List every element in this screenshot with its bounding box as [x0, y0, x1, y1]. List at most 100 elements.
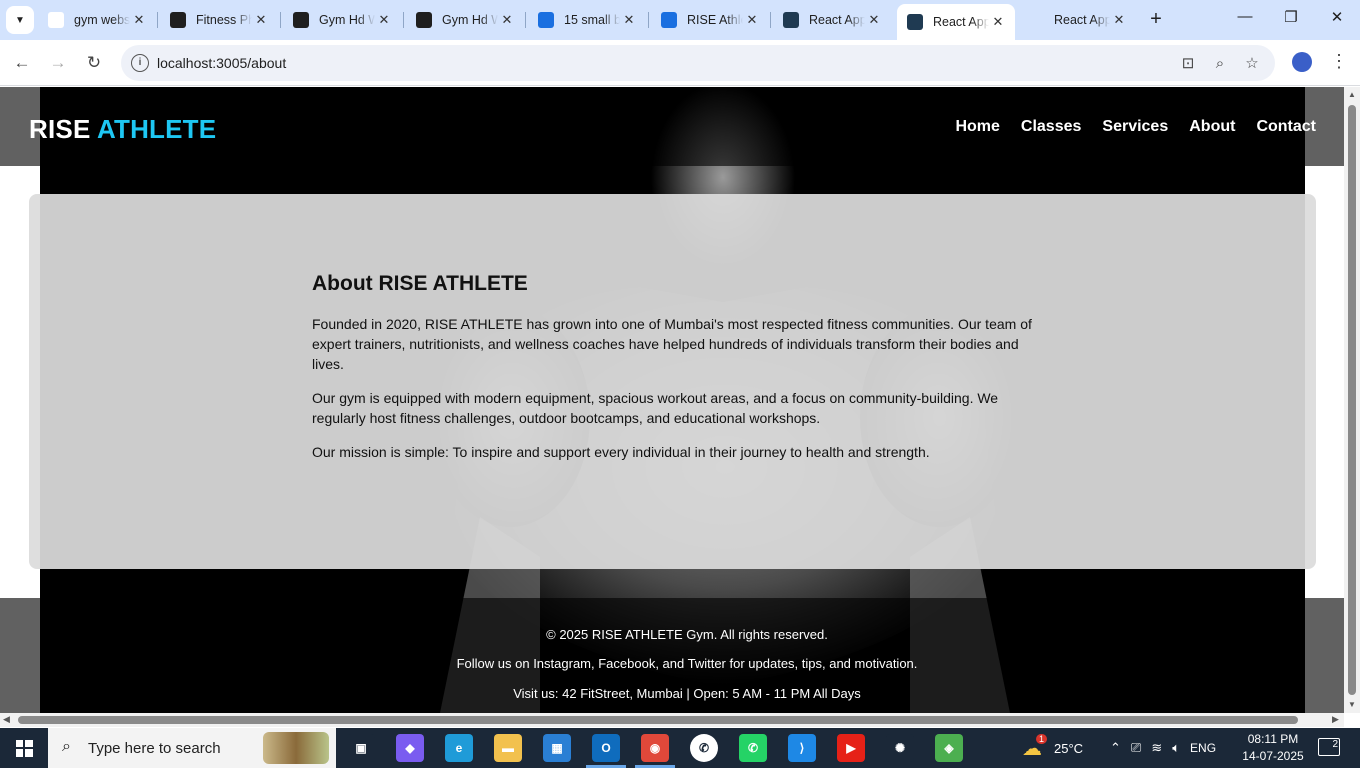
tab-separator — [157, 12, 158, 28]
url-text[interactable]: localhost:3005/about — [157, 55, 286, 71]
browser-tab[interactable]: React App ✕ — [1018, 6, 1136, 34]
more-menu-icon[interactable]: ⋮ — [1330, 51, 1348, 72]
restore-button[interactable]: ❐ — [1268, 8, 1314, 32]
address-bar[interactable]: i localhost:3005/about ⊡ ⌕ ☆ — [121, 45, 1275, 81]
browser-tab[interactable]: RISE Athlete✕ — [651, 6, 769, 34]
site-info-icon[interactable]: i — [131, 54, 149, 72]
vscode-icon[interactable]: ⟩ — [788, 734, 816, 762]
show-hidden-icons-icon[interactable]: ⌃ — [1110, 740, 1121, 756]
bookmark-star-icon[interactable]: ☆ — [1241, 53, 1263, 75]
nav-link-contact[interactable]: Contact — [1256, 118, 1316, 136]
react-icon — [907, 14, 923, 30]
whatsapp-web-icon[interactable]: ✆ — [690, 734, 718, 762]
close-tab-icon[interactable]: ✕ — [1110, 12, 1128, 28]
footer-copyright: © 2025 RISE ATHLETE Gym. All rights rese… — [546, 627, 828, 642]
nav-link-services[interactable]: Services — [1102, 118, 1168, 136]
youtube-icon[interactable]: ▶ — [837, 734, 865, 762]
language-indicator[interactable]: ENG — [1190, 741, 1216, 755]
scroll-left-arrow-icon[interactable]: ◀ — [3, 714, 10, 725]
clock-time: 08:11 PM — [1247, 732, 1299, 746]
chatgpt-icon[interactable]: ✺ — [886, 734, 914, 762]
browser-tab[interactable]: Gym Hd Wallpapers✕ — [283, 6, 401, 34]
tab-title: Fitness Photos — [196, 13, 252, 27]
tab-separator — [280, 12, 281, 28]
browser-tab[interactable]: gym website✕ — [38, 6, 156, 34]
notification-center-icon[interactable]: 2 — [1318, 738, 1340, 756]
close-tab-icon[interactable]: ✕ — [743, 12, 761, 28]
git-icon[interactable]: ◈ — [935, 734, 963, 762]
system-tray: ⌃ ⎚ ≋ 🔈︎ ENG — [1110, 728, 1216, 768]
nav-link-classes[interactable]: Classes — [1021, 118, 1082, 136]
close-tab-icon[interactable]: ✕ — [252, 12, 270, 28]
edge-icon[interactable]: e — [445, 734, 473, 762]
outlook-icon[interactable]: O — [592, 734, 620, 762]
tab-separator — [648, 12, 649, 28]
page-viewport: RISE ATHLETE Home Classes Services About… — [0, 87, 1344, 713]
back-icon[interactable]: ← — [10, 51, 34, 75]
windows-taskbar: ⌕ Type here to search ▣ ◆ e ▬ ▦ O ◉ ✆ ✆ ⟩ ▶ ✺ ◈ ☁ 1 … — [0, 728, 1360, 768]
vertical-scrollbar[interactable]: ▲ ▼ — [1344, 87, 1360, 713]
new-tab-button[interactable]: + — [1144, 8, 1168, 32]
vertical-scroll-thumb[interactable] — [1348, 105, 1356, 695]
nav-link-home[interactable]: Home — [955, 118, 999, 136]
whatsapp-icon[interactable]: ✆ — [739, 734, 767, 762]
tab-search-button[interactable]: ▼ — [6, 6, 34, 34]
nav-link-about[interactable]: About — [1189, 118, 1235, 136]
copilot-icon[interactable]: ◆ — [396, 734, 424, 762]
about-paragraph-facilities: Our gym is equipped with modern equipmen… — [312, 390, 999, 426]
tab-separator — [403, 12, 404, 28]
close-tab-icon[interactable]: ✕ — [375, 12, 393, 28]
horizontal-scrollbar[interactable]: ◀ ▶ — [0, 713, 1344, 727]
footer-social: Follow us on Instagram, Facebook, and Tw… — [456, 656, 918, 671]
forward-icon[interactable]: → — [46, 51, 70, 75]
reload-icon[interactable]: ↻ — [82, 51, 106, 75]
close-tab-icon[interactable]: ✕ — [865, 12, 883, 28]
site-header: RISE ATHLETE Home Classes Services About… — [0, 87, 1344, 166]
notification-count: 2 — [1332, 739, 1338, 750]
start-button[interactable] — [0, 728, 48, 768]
w-icon — [661, 12, 677, 28]
store-icon[interactable]: ▦ — [543, 734, 571, 762]
logo-main-text: RISE — [29, 114, 91, 144]
weather-widget[interactable]: ☁ 1 25°C — [1022, 728, 1083, 768]
site-logo[interactable]: RISE ATHLETE — [29, 114, 216, 145]
scroll-right-arrow-icon[interactable]: ▶ — [1332, 714, 1339, 725]
browser-tab[interactable]: Gym Hd Wallpapers✕ — [406, 6, 524, 34]
horizontal-scroll-thumb[interactable] — [18, 716, 1298, 724]
file-explorer-icon[interactable]: ▬ — [494, 734, 522, 762]
browser-tab[interactable]: Fitness Photos✕ — [160, 6, 278, 34]
install-app-icon[interactable]: ⊡ — [1177, 53, 1199, 75]
tab-separator — [770, 12, 771, 28]
wifi-icon[interactable]: ≋ — [1151, 740, 1162, 756]
taskbar-search[interactable]: ⌕ Type here to search — [48, 728, 336, 768]
browser-tab[interactable]: 15 small business✕ — [528, 6, 646, 34]
logo-accent-text: ATHLETE — [96, 114, 217, 144]
search-highlight-image — [263, 732, 329, 764]
dollar-icon — [416, 12, 432, 28]
close-tab-icon[interactable]: ✕ — [620, 12, 638, 28]
clock[interactable]: 08:11 PM 14-07-2025 — [1240, 731, 1306, 765]
search-icon: ⌕ — [62, 738, 71, 755]
tab-title: React App — [933, 15, 989, 29]
scroll-down-arrow-icon[interactable]: ▼ — [1348, 700, 1356, 709]
close-tab-icon[interactable]: ✕ — [498, 12, 516, 28]
browser-tab[interactable]: React App ✕ — [897, 4, 1015, 40]
profile-avatar[interactable] — [1292, 52, 1312, 72]
tab-title: Gym Hd Wallpapers — [319, 13, 375, 27]
tab-title: RISE Athlete — [687, 13, 743, 27]
volume-icon[interactable]: 🔈︎ — [1172, 740, 1180, 756]
browser-tab-strip: ▼ gym website✕Fitness Photos✕Gym Hd Wall… — [0, 0, 1360, 40]
meet-now-icon[interactable]: ⎚ — [1131, 740, 1141, 756]
scroll-up-arrow-icon[interactable]: ▲ — [1348, 90, 1356, 99]
zoom-icon[interactable]: ⌕ — [1209, 53, 1231, 75]
close-tab-icon[interactable]: ✕ — [989, 14, 1007, 30]
task-view-icon[interactable]: ▣ — [347, 734, 375, 762]
close-window-button[interactable]: ✕ — [1314, 8, 1360, 32]
tab-title: React App — [809, 13, 865, 27]
browser-tab[interactable]: React App ✕ — [773, 6, 891, 34]
minimize-button[interactable]: — — [1222, 8, 1268, 32]
chrome-icon[interactable]: ◉ — [641, 734, 669, 762]
browser-toolbar: ← → ↻ i localhost:3005/about ⊡ ⌕ ☆ ⋮ — [0, 40, 1360, 86]
search-placeholder: Type here to search — [88, 740, 221, 757]
close-tab-icon[interactable]: ✕ — [130, 12, 148, 28]
